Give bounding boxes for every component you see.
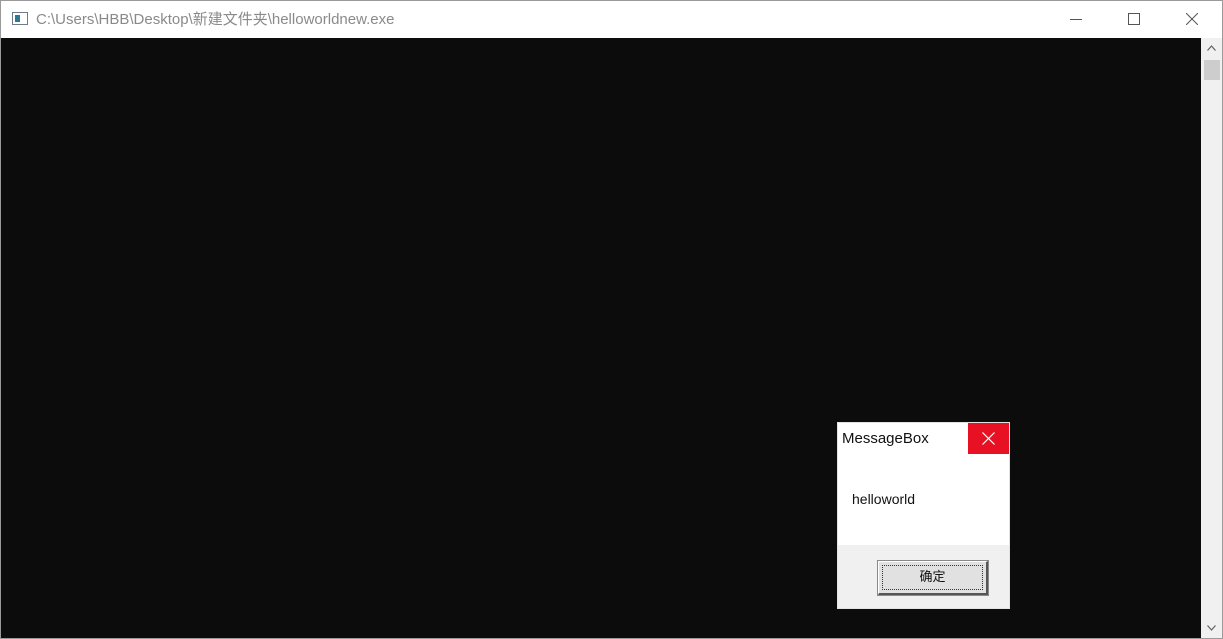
maximize-icon: [1128, 13, 1140, 25]
chevron-up-icon: [1207, 45, 1216, 51]
console-window: C:\Users\HBB\Desktop\新建文件夹\helloworldnew…: [0, 0, 1223, 639]
console-output-area[interactable]: [1, 38, 1201, 638]
minimize-button[interactable]: [1047, 1, 1105, 38]
close-icon: [1186, 13, 1198, 25]
title-bar[interactable]: C:\Users\HBB\Desktop\新建文件夹\helloworldnew…: [1, 1, 1222, 38]
dialog-title-bar[interactable]: MessageBox: [838, 423, 1009, 454]
scroll-up-button[interactable]: [1201, 38, 1222, 58]
chevron-down-icon: [1207, 625, 1216, 631]
scroll-down-button[interactable]: [1201, 618, 1222, 638]
maximize-button[interactable]: [1105, 1, 1163, 38]
vertical-scrollbar[interactable]: [1201, 38, 1222, 638]
close-button[interactable]: [1163, 1, 1221, 38]
dialog-close-button[interactable]: [968, 423, 1009, 454]
scroll-thumb[interactable]: [1204, 60, 1220, 80]
minimize-icon: [1070, 19, 1082, 20]
ok-button-label: 确定: [919, 570, 946, 585]
console-app-icon[interactable]: [12, 12, 28, 25]
close-icon: [982, 432, 995, 445]
dialog-title: MessageBox: [842, 430, 929, 447]
window-title: C:\Users\HBB\Desktop\新建文件夹\helloworldnew…: [36, 11, 395, 28]
dialog-message: helloworld: [852, 491, 916, 507]
ok-button[interactable]: 确定: [877, 560, 989, 596]
dialog-footer: 确定: [838, 545, 1009, 608]
message-box-dialog: MessageBox helloworld 确定: [837, 422, 1010, 609]
